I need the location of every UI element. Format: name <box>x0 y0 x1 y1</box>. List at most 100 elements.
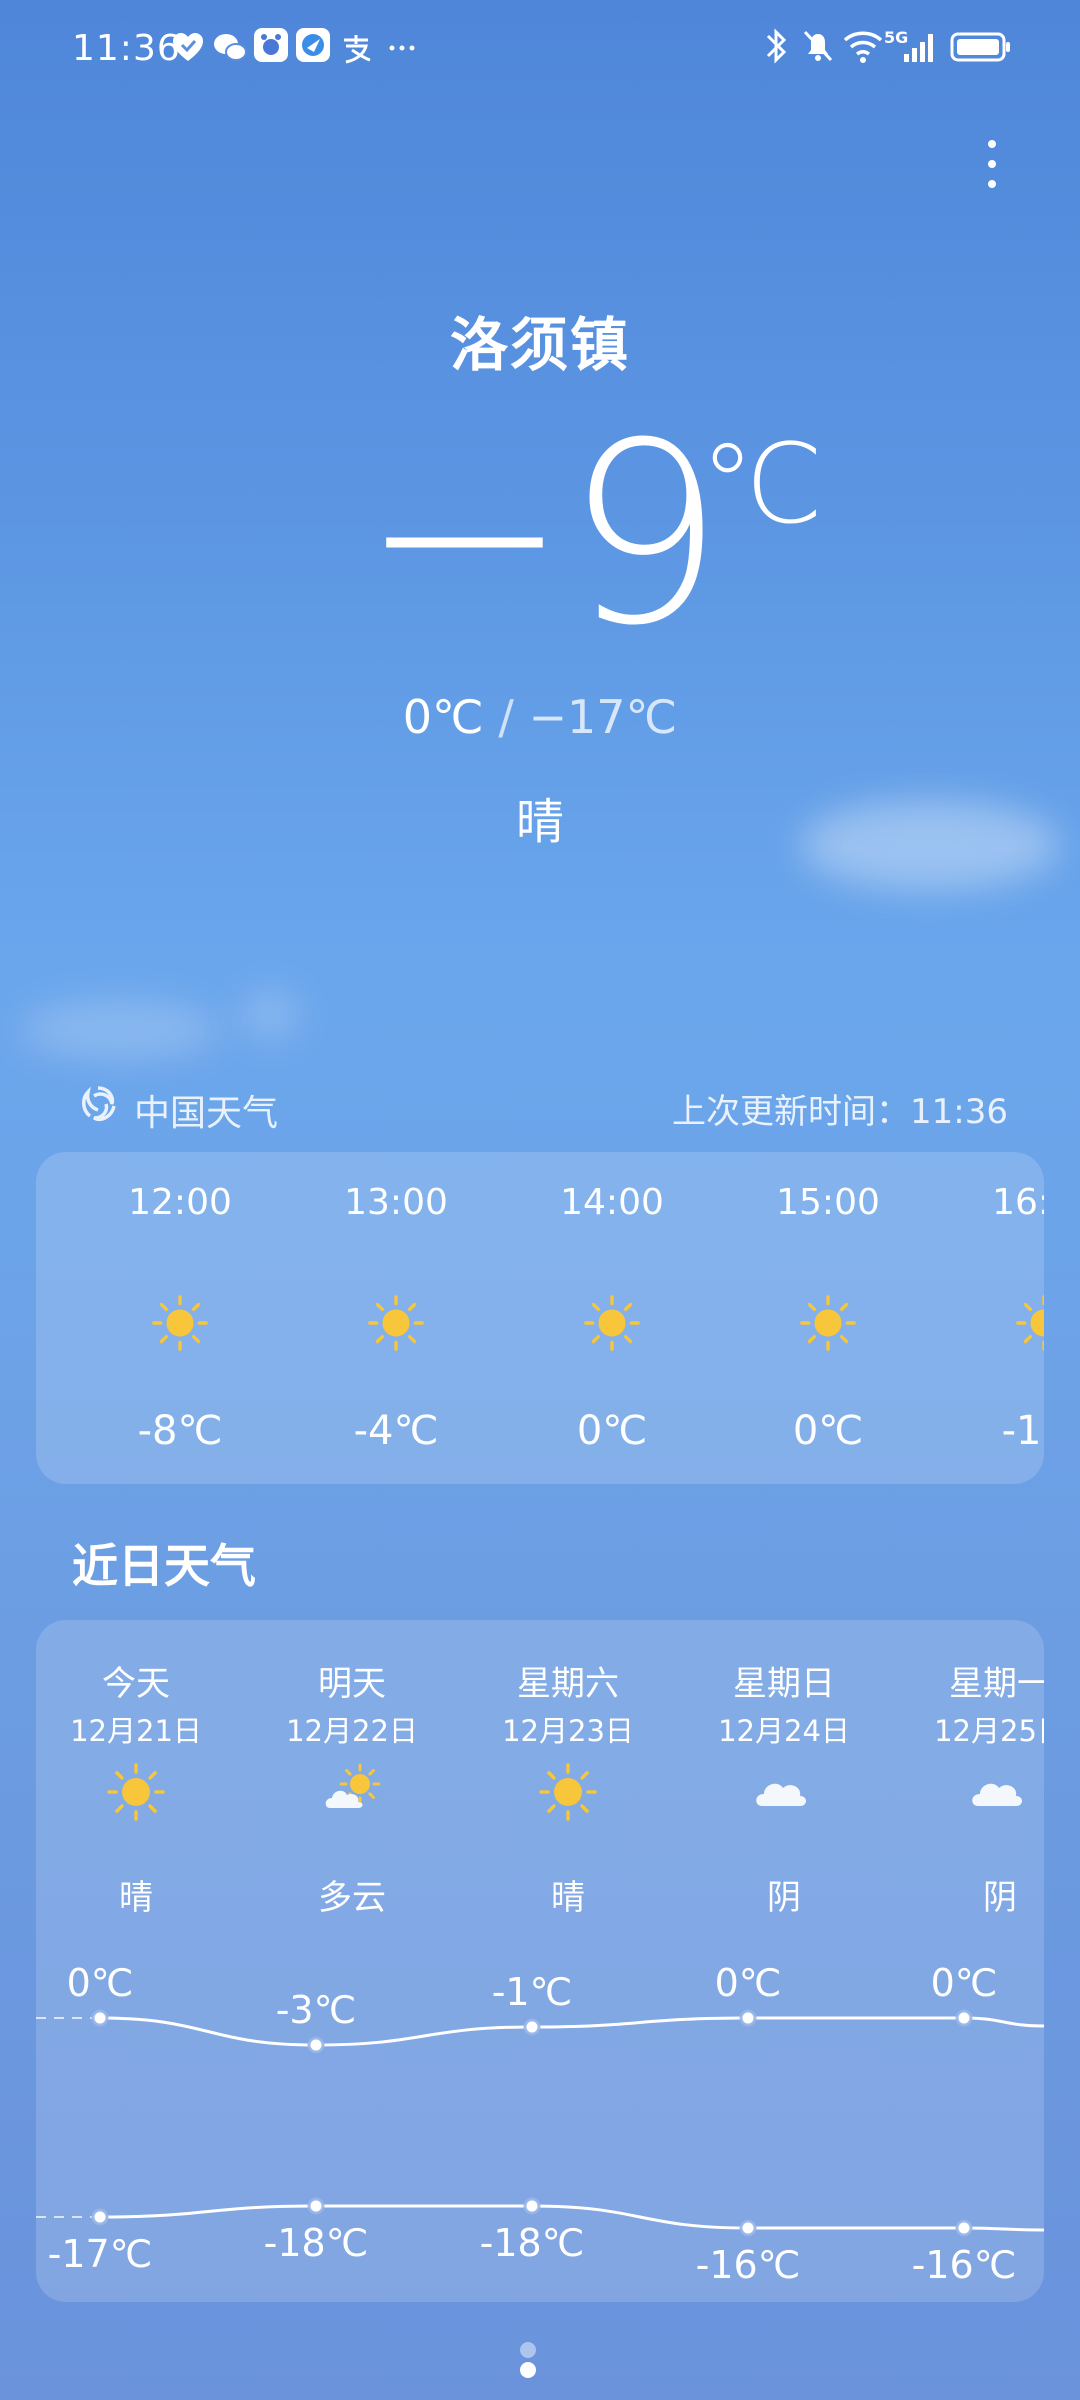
day-date: 12月24日 <box>718 1714 850 1748</box>
high-temp-point <box>739 2009 757 2027</box>
sun-icon <box>584 1295 640 1351</box>
low-temp-point <box>955 2219 973 2237</box>
day-date: 12月21日 <box>70 1714 202 1748</box>
day-name: 星期一 <box>949 1664 1044 1704</box>
high-temp-label: 0℃ <box>931 1961 998 2005</box>
day-weather-icon <box>320 1760 384 1824</box>
heart-shield-icon <box>173 33 203 61</box>
cloud-icon <box>972 1783 1022 1806</box>
low-temp-point <box>739 2219 757 2237</box>
temperature-range: 0℃ / −17℃ <box>0 690 1080 744</box>
high-temp-point <box>955 2009 973 2027</box>
mute-bell-icon <box>803 30 833 62</box>
day-date: 12月23日 <box>502 1714 634 1748</box>
signal-icon <box>904 34 933 62</box>
hourly-forecast-card[interactable]: 12:00 -8℃ 13:00 -4℃ 14:00 0℃ 15:00 0℃ 16:00 -1℃ <box>36 1152 1044 1484</box>
update-label: 上次更新时间： <box>672 1092 911 1132</box>
day-name: 今天 <box>102 1664 170 1704</box>
bluetooth-icon <box>766 28 787 64</box>
more-options-button[interactable] <box>972 130 1012 210</box>
city-name: 洛须镇 <box>449 311 630 379</box>
day-name: 星期六 <box>517 1664 619 1704</box>
china-weather-logo-icon <box>82 1086 116 1121</box>
more-notifications-icon <box>389 45 415 51</box>
low-temp-label: -18℃ <box>264 2221 369 2265</box>
high-temp-label: -3℃ <box>276 1988 357 2032</box>
high-temp-point <box>91 2009 109 2027</box>
sun-icon <box>539 1763 597 1821</box>
hour-time: 13:00 <box>344 1182 448 1223</box>
background-cloud <box>240 990 300 1040</box>
recent-weather-title: 近日天气 <box>72 1539 256 1593</box>
day-name: 明天 <box>318 1664 386 1704</box>
day-weather-icon <box>968 1760 1032 1824</box>
high-temp-line <box>99 2016 1044 2047</box>
low-temp-point <box>523 2197 541 2215</box>
hour-temperature: 0℃ <box>576 1408 648 1454</box>
low-temp-label: -18℃ <box>480 2221 585 2265</box>
partly-cloudy-icon <box>325 1763 381 1808</box>
hour-temperature: -8℃ <box>137 1408 223 1454</box>
day-condition: 阴 <box>983 1878 1017 1918</box>
low-temp-point <box>91 2208 109 2226</box>
update-time: 11:36 <box>910 1092 1008 1132</box>
day-condition: 阴 <box>767 1878 801 1918</box>
high-temp-label: 0℃ <box>715 1961 782 2005</box>
page-indicator[interactable] <box>510 2342 570 2378</box>
sun-icon <box>1016 1295 1044 1351</box>
day-weather-icon <box>104 1760 168 1824</box>
wechat-icon <box>214 34 247 61</box>
hour-weather-icon <box>581 1292 643 1354</box>
day-date: 12月22日 <box>286 1714 418 1748</box>
day-weather-icon <box>536 1760 600 1824</box>
sun-icon <box>368 1295 424 1351</box>
sun-icon <box>107 1763 165 1821</box>
today-low: −17℃ <box>528 690 678 744</box>
hour-time: 12:00 <box>128 1182 232 1223</box>
source-row: 中国天气 上次更新时间：11:36 <box>78 1080 1008 1134</box>
day-weather-icon <box>752 1760 816 1824</box>
hour-temperature: 0℃ <box>792 1408 864 1454</box>
baidu-app-icon <box>254 28 288 62</box>
wifi-icon <box>843 31 883 63</box>
hour-weather-icon <box>365 1292 427 1354</box>
high-temp-point <box>307 2036 325 2054</box>
daily-forecast-card[interactable]: 0℃ -3℃ -1℃ 0℃ 0℃ -17℃ -18℃ -18℃ -16℃ -16℃ 今天 12月21… <box>36 1620 1044 2302</box>
hour-weather-icon <box>797 1292 859 1354</box>
alipay-icon <box>344 35 371 64</box>
low-temp-label: -17℃ <box>48 2232 153 2276</box>
low-temp-point <box>307 2197 325 2215</box>
page-dot-active[interactable] <box>520 2362 536 2378</box>
sun-icon <box>800 1295 856 1351</box>
hour-weather-icon <box>149 1292 211 1354</box>
today-high: 0℃ <box>402 690 484 744</box>
hour-time: 16:00 <box>992 1182 1044 1223</box>
cloud-icon <box>756 1783 806 1806</box>
low-temp-label: -16℃ <box>696 2243 801 2287</box>
compass-app-icon <box>296 28 330 62</box>
status-time: 11:36 <box>72 28 181 69</box>
day-condition: 晴 <box>119 1878 153 1918</box>
high-temp-point <box>523 2018 541 2036</box>
day-condition: 晴 <box>551 1878 585 1918</box>
last-update: 上次更新时间：11:36 <box>672 1084 1008 1133</box>
high-temp-label: -1℃ <box>492 1970 573 2014</box>
sun-icon <box>152 1295 208 1351</box>
range-separator: / <box>498 690 514 744</box>
source-name[interactable]: 中国天气 <box>134 1084 278 1136</box>
current-condition: 晴 <box>515 794 564 850</box>
hour-temperature: -4℃ <box>353 1408 439 1454</box>
temperature-unit: ℃ <box>700 420 824 548</box>
hour-time: 15:00 <box>776 1182 880 1223</box>
battery-icon <box>950 32 1010 62</box>
low-temp-label: -16℃ <box>912 2243 1017 2287</box>
day-date: 12月25日 <box>934 1714 1044 1748</box>
day-name: 星期日 <box>733 1664 835 1704</box>
hour-weather-icon <box>1013 1292 1044 1354</box>
page-dot[interactable] <box>520 2342 536 2358</box>
status-bar: 11:36 5G <box>0 0 1080 100</box>
hour-temperature: -1℃ <box>1001 1408 1044 1454</box>
high-temp-label: 0℃ <box>67 1961 134 2005</box>
day-condition: 多云 <box>318 1878 386 1918</box>
background-cloud <box>20 1000 220 1060</box>
